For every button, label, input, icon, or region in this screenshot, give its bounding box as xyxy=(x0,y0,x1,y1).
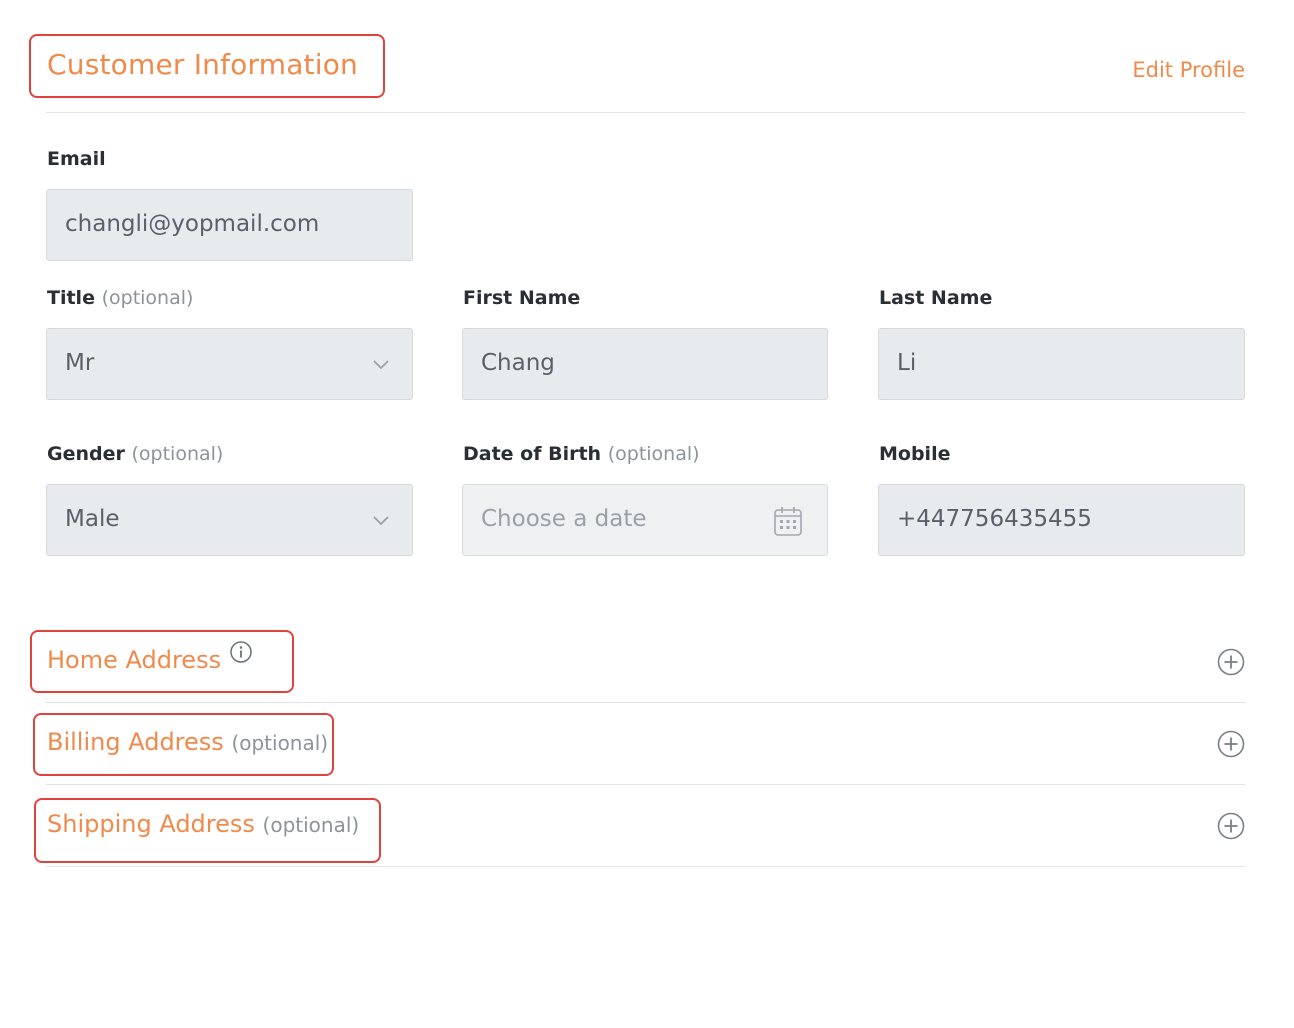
mobile-value: +447756435455 xyxy=(897,506,1092,532)
calendar-icon[interactable] xyxy=(773,505,803,537)
gender-optional-text: (optional) xyxy=(131,443,224,465)
title-value: Mr xyxy=(65,350,95,376)
gender-label-text: Gender xyxy=(47,443,125,465)
chevron-down-icon xyxy=(373,360,389,370)
last-name-label: Last Name xyxy=(879,287,992,309)
mobile-field[interactable]: +447756435455 xyxy=(878,484,1245,556)
shipping-address-section[interactable]: Shipping Address (optional) xyxy=(34,785,1245,867)
email-label-text: Email xyxy=(47,148,106,170)
first-name-label: First Name xyxy=(463,287,580,309)
dob-label-text: Date of Birth xyxy=(463,443,602,465)
billing-address-title: Billing Address (optional) xyxy=(47,728,328,756)
title-label: Title (optional) xyxy=(47,287,193,309)
chevron-down-icon xyxy=(373,516,389,526)
expand-billing-address-plus-icon[interactable] xyxy=(1217,730,1245,758)
title-optional-text: (optional) xyxy=(101,287,194,309)
expand-home-address-plus-icon[interactable] xyxy=(1217,648,1245,676)
customer-info-header: Customer Information Edit Profile xyxy=(29,28,1245,113)
dob-placeholder: Choose a date xyxy=(481,506,647,532)
gender-value: Male xyxy=(65,506,120,532)
title-select[interactable]: Mr xyxy=(46,328,413,400)
mobile-label: Mobile xyxy=(879,443,950,465)
billing-address-section[interactable]: Billing Address (optional) xyxy=(33,703,1245,785)
dob-label: Date of Birth (optional) xyxy=(463,443,700,465)
billing-address-label: Billing Address xyxy=(47,728,224,756)
page-title: Customer Information xyxy=(47,48,358,81)
last-name-field[interactable]: Li xyxy=(878,328,1245,400)
first-name-field[interactable]: Chang xyxy=(462,328,828,400)
home-address-title: Home Address xyxy=(47,646,221,674)
first-name-label-text: First Name xyxy=(463,287,581,309)
shipping-address-optional-text: (optional) xyxy=(262,813,360,837)
last-name-label-text: Last Name xyxy=(879,287,993,309)
mobile-label-text: Mobile xyxy=(879,443,951,465)
billing-address-optional-text: (optional) xyxy=(231,731,329,755)
email-field[interactable]: changli@yopmail.com xyxy=(46,189,413,261)
email-value: changli@yopmail.com xyxy=(65,211,320,237)
info-icon[interactable] xyxy=(229,640,253,664)
expand-shipping-address-plus-icon[interactable] xyxy=(1217,812,1245,840)
shipping-address-label: Shipping Address xyxy=(47,810,255,838)
email-label: Email xyxy=(47,148,106,170)
gender-select[interactable]: Male xyxy=(46,484,413,556)
home-address-section[interactable]: Home Address xyxy=(30,621,1245,703)
dob-date-picker[interactable]: Choose a date xyxy=(462,484,828,556)
gender-label: Gender (optional) xyxy=(47,443,223,465)
first-name-value: Chang xyxy=(481,350,555,376)
home-address-label: Home Address xyxy=(47,646,222,674)
shipping-address-title: Shipping Address (optional) xyxy=(47,810,359,838)
last-name-value: Li xyxy=(897,350,917,376)
customer-information-page: Customer Information Edit Profile Email … xyxy=(0,0,1294,1028)
edit-profile-link[interactable]: Edit Profile xyxy=(1132,58,1245,82)
title-label-text: Title xyxy=(47,287,95,309)
dob-optional-text: (optional) xyxy=(607,443,700,465)
